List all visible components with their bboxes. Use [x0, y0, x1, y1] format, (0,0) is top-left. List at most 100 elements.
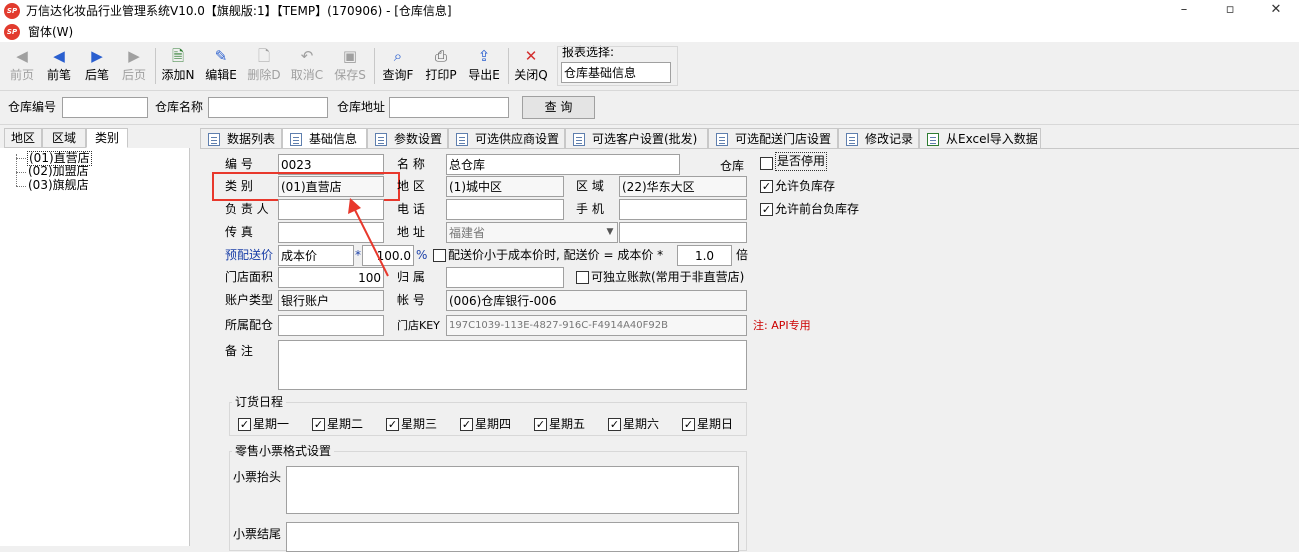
- tab-label: 可选供应商设置: [475, 132, 560, 146]
- close-button[interactable]: ✕ 关闭Q: [513, 46, 549, 88]
- acct-no-field[interactable]: [446, 290, 747, 311]
- menu-window[interactable]: 窗体(W): [28, 22, 73, 42]
- save-button[interactable]: ▣ 保存S: [331, 46, 369, 88]
- day-label: 星期二: [327, 417, 364, 431]
- query-search-button[interactable]: 查 询: [522, 96, 595, 119]
- addr-search-input[interactable]: [389, 97, 509, 118]
- front-neg-checkbox[interactable]: ✓: [760, 203, 773, 216]
- region-field[interactable]: [446, 176, 564, 197]
- indep-checkbox[interactable]: [576, 271, 589, 284]
- window-title: 万信达化妆品行业管理系统V10.0【旗舰版:1】【TEMP】(170906) -…: [26, 4, 452, 18]
- prev-record-button[interactable]: ◀ 前笔: [42, 46, 76, 88]
- tab-suppliers[interactable]: 可选供应商设置: [448, 128, 565, 149]
- dist-label: 所属配仓: [225, 318, 274, 332]
- neg-stock-label: 允许负库存: [775, 179, 836, 193]
- addr-label: 地 址: [397, 225, 425, 239]
- first-page-icon: ◀: [16, 47, 28, 65]
- toolbar-separator: [155, 48, 156, 84]
- remark-label: 备 注: [225, 344, 253, 358]
- tab-customers[interactable]: 可选客户设置(批发): [565, 128, 708, 149]
- day-checkbox[interactable]: ✓: [534, 418, 547, 431]
- left-tab-region[interactable]: 地区: [4, 128, 42, 148]
- below-cost-checkbox[interactable]: [433, 249, 446, 262]
- tab-params[interactable]: 参数设置: [367, 128, 448, 149]
- left-tab-area[interactable]: 区域: [42, 128, 86, 148]
- minimize-button[interactable]: –: [1161, 0, 1207, 22]
- tree-branch: [16, 158, 26, 159]
- fax-label: 传 真: [225, 225, 253, 239]
- last-page-button[interactable]: ▶ 后页: [118, 46, 150, 88]
- neg-stock-checkbox[interactable]: ✓: [760, 180, 773, 193]
- below-cost-label: 配送价小于成本价时, 配送价 = 成本价 *: [448, 248, 664, 262]
- addr-detail-field[interactable]: [619, 222, 747, 243]
- disabled-label: 是否停用: [775, 152, 828, 171]
- report-select-field[interactable]: [561, 62, 671, 83]
- query-icon: ⌕: [393, 47, 403, 65]
- next-record-button[interactable]: ▶ 后笔: [80, 46, 114, 88]
- key-label: 门店KEY: [397, 319, 440, 332]
- addr-province-select[interactable]: [446, 222, 618, 243]
- tab-label: 基础信息: [309, 132, 358, 146]
- acct-type-field[interactable]: [278, 290, 384, 311]
- name-label: 名 称: [397, 157, 425, 171]
- first-page-button[interactable]: ◀ 前页: [6, 46, 38, 88]
- name-field[interactable]: [446, 154, 680, 175]
- chevron-down-icon[interactable]: ▼: [603, 223, 617, 242]
- tree-item-franchise[interactable]: (02)加盟店: [28, 165, 89, 178]
- edit-button[interactable]: ✎ 编辑E: [202, 46, 240, 88]
- tree-item-flagship[interactable]: (03)旗舰店: [28, 179, 89, 192]
- day-checkbox[interactable]: ✓: [238, 418, 251, 431]
- tab-data-list[interactable]: 数据列表: [200, 128, 282, 149]
- doc-icon: [290, 133, 302, 146]
- tab-change-log[interactable]: 修改记录: [838, 128, 919, 149]
- print-button[interactable]: ⎙ 打印P: [423, 46, 459, 88]
- add-button[interactable]: 🗎 添加N: [160, 46, 196, 88]
- delete-button[interactable]: 🗋 删除D: [245, 46, 283, 88]
- mobile-field[interactable]: [619, 199, 747, 220]
- phone-field[interactable]: [446, 199, 564, 220]
- belong-field[interactable]: [446, 267, 564, 288]
- receipt-header-field[interactable]: [286, 466, 739, 514]
- save-icon: ▣: [342, 47, 358, 65]
- tab-label: 可选客户设置(批发): [592, 132, 698, 146]
- receipt-footer-field[interactable]: [286, 522, 739, 552]
- remark-field[interactable]: [278, 340, 747, 390]
- maximize-button[interactable]: ▫: [1207, 0, 1253, 22]
- query-button[interactable]: ⌕ 查询F: [380, 46, 416, 88]
- key-field[interactable]: [446, 315, 747, 336]
- day-checkbox[interactable]: ✓: [608, 418, 621, 431]
- dist-field[interactable]: [278, 315, 384, 336]
- doc-icon: [846, 133, 858, 146]
- tab-excel-import[interactable]: 从Excel导入数据: [919, 128, 1041, 149]
- arrow-line: [351, 203, 389, 277]
- code-search-input[interactable]: [62, 97, 148, 118]
- day-label: 星期六: [623, 417, 660, 431]
- left-tab-category[interactable]: 类别: [86, 128, 128, 148]
- menu-bar: SP 窗体(W): [0, 22, 1299, 42]
- close-window-button[interactable]: ✕: [1253, 0, 1299, 22]
- menu-logo-icon: SP: [4, 24, 20, 40]
- day-checkbox[interactable]: ✓: [386, 418, 399, 431]
- tab-basic-info[interactable]: 基础信息: [282, 128, 367, 149]
- app-logo-icon: SP: [4, 3, 20, 19]
- day-checkbox[interactable]: ✓: [682, 418, 695, 431]
- add-doc-icon: 🗎: [171, 47, 185, 65]
- day-checkbox[interactable]: ✓: [312, 418, 325, 431]
- cancel-button[interactable]: ↶ 取消C: [288, 46, 326, 88]
- tab-label: 可选配送门店设置: [735, 132, 832, 146]
- area-field[interactable]: [619, 176, 747, 197]
- day-checkbox[interactable]: ✓: [460, 418, 473, 431]
- delete-doc-icon: 🗋: [257, 47, 271, 65]
- tab-delivery-stores[interactable]: 可选配送门店设置: [708, 128, 838, 149]
- name-search-input[interactable]: [208, 97, 328, 118]
- area-size-label: 门店面积: [225, 270, 274, 284]
- printer-icon: ⎙: [434, 47, 447, 65]
- disabled-checkbox[interactable]: [760, 157, 773, 170]
- belong-label: 归 属: [397, 270, 425, 284]
- export-button[interactable]: ⇪ 导出E: [466, 46, 502, 88]
- tab-label: 数据列表: [227, 132, 276, 146]
- region-label: 地 区: [397, 179, 425, 193]
- below-cost-factor-field[interactable]: [677, 245, 732, 266]
- list-icon: [208, 133, 220, 146]
- doc-icon: [375, 133, 387, 146]
